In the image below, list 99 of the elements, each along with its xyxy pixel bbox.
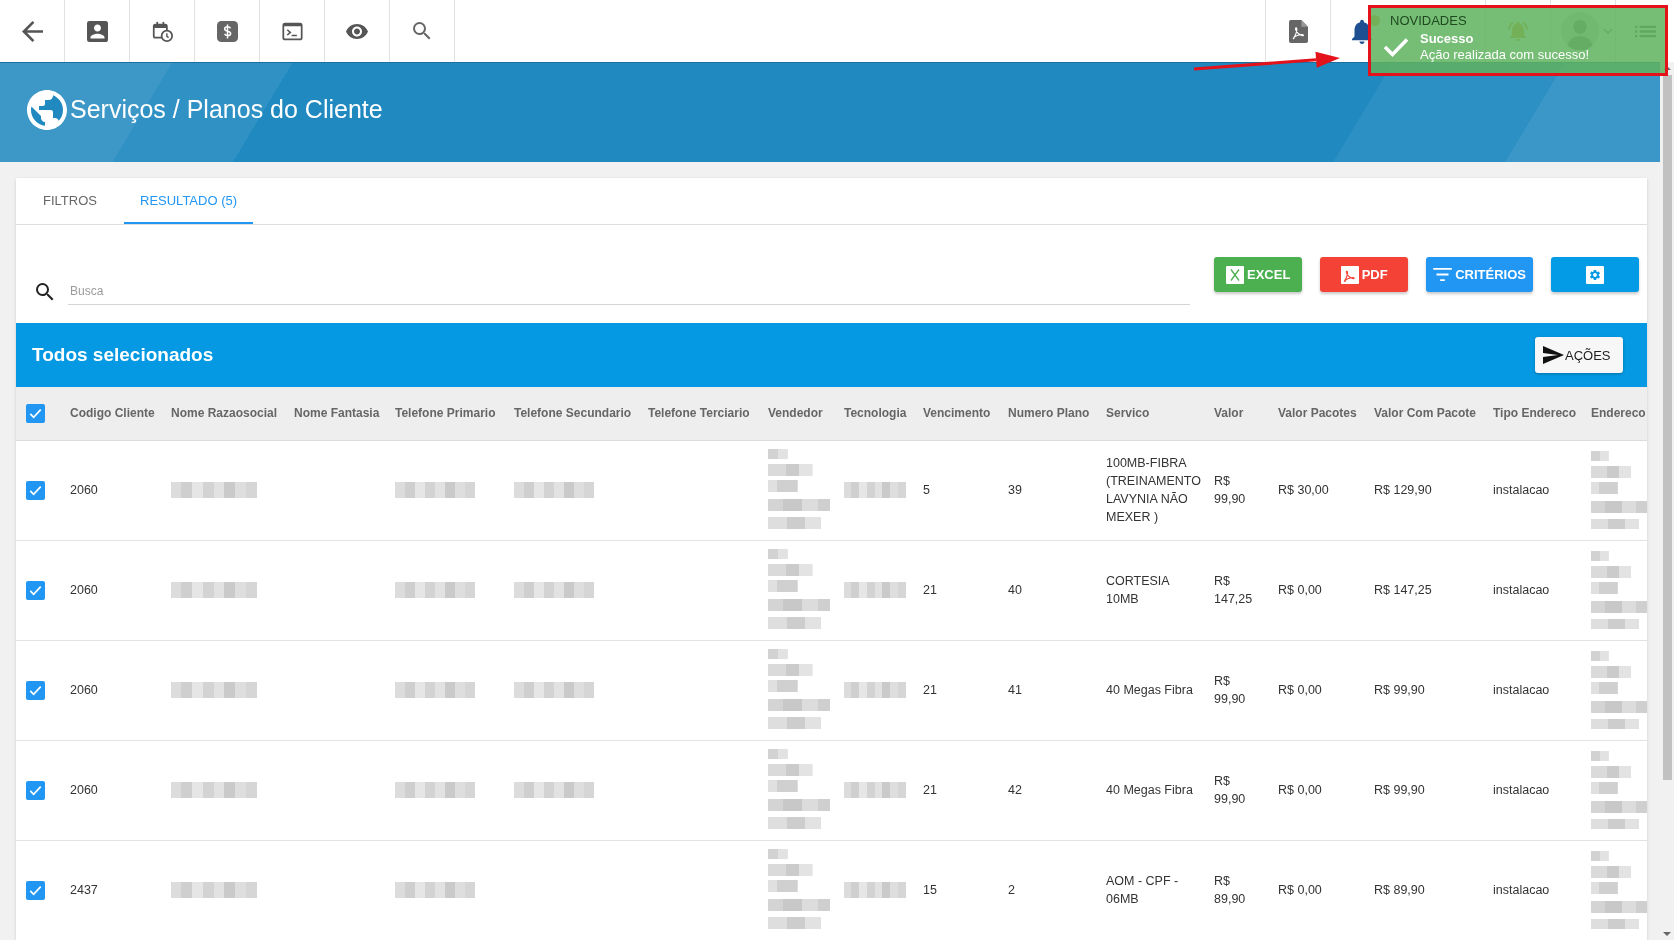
table-cell: 21 <box>923 583 937 597</box>
column-header: Valor Com Pacote <box>1374 406 1477 421</box>
table-cell: 40 Megas Fibra <box>1106 683 1193 697</box>
column-header: Servico <box>1106 406 1150 421</box>
table-cell: 39 <box>1008 483 1022 497</box>
row-checkbox[interactable] <box>26 680 45 700</box>
table-cell: instalacao <box>1493 683 1550 697</box>
redacted-blur <box>844 682 906 698</box>
dollar-icon[interactable] <box>216 20 238 42</box>
globe-icon <box>27 89 67 130</box>
excel-icon <box>1226 265 1245 284</box>
row-checkbox[interactable] <box>26 880 45 900</box>
column-header: Telefone Primario <box>395 406 496 421</box>
table-cell: R$ 147,25 <box>1374 583 1432 597</box>
table-cell: 21 <box>923 783 937 797</box>
table-cell: R$ 99,90 <box>1214 774 1246 806</box>
table-cell: 2060 <box>70 783 98 797</box>
table-cell: 2060 <box>70 483 98 497</box>
table-cell: instalacao <box>1493 783 1550 797</box>
table-cell: R$ 89,90 <box>1374 883 1425 897</box>
search-icon[interactable] <box>413 22 431 40</box>
table-cell: 15 <box>923 883 937 897</box>
actions-button[interactable]: AÇÕES <box>1535 337 1623 373</box>
table-cell: CORTESIA 10MB <box>1106 574 1169 606</box>
table-cell: 42 <box>1008 783 1022 797</box>
table-cell: 21 <box>923 683 937 697</box>
table-cell: R$ 147,25 <box>1214 574 1253 606</box>
table-cell: R$ 99,90 <box>1214 674 1246 706</box>
column-header: Valor Pacotes <box>1278 406 1357 421</box>
table-cell: 2 <box>1008 883 1015 897</box>
toast-message: Ação realizada com sucesso! <box>1420 46 1590 63</box>
back-arrow-icon[interactable] <box>21 20 43 42</box>
column-header: Nome Fantasia <box>294 406 380 421</box>
table-cell: R$ 99,90 <box>1214 474 1246 506</box>
table-cell: 40 Megas Fibra <box>1106 783 1193 797</box>
column-header: Tecnologia <box>844 406 907 421</box>
news-label[interactable]: NOVIDADES <box>1390 14 1467 27</box>
table-cell: instalacao <box>1493 483 1550 497</box>
table-cell: R$ 99,90 <box>1374 783 1425 797</box>
scroll-down-icon[interactable] <box>1663 932 1671 936</box>
table-cell: 2060 <box>70 583 98 597</box>
redacted-blur <box>844 482 906 498</box>
table-cell: 41 <box>1008 683 1022 697</box>
column-header: Vendedor <box>768 406 823 421</box>
row-checkbox[interactable] <box>26 580 45 600</box>
criteria-button[interactable]: CRITÉRIOS <box>1426 257 1533 292</box>
column-header: Nome Razaosocial <box>171 406 278 421</box>
settings-button[interactable] <box>1551 257 1639 292</box>
contact-card-icon[interactable] <box>86 20 108 42</box>
filter-icon <box>1433 268 1453 281</box>
redacted-blur <box>844 582 906 598</box>
send-icon <box>1543 346 1564 364</box>
terminal-icon[interactable] <box>281 20 303 42</box>
table-cell: R$ 0,00 <box>1278 683 1322 697</box>
column-header: Telefone Secundario <box>514 406 632 421</box>
select-all-checkbox[interactable] <box>26 403 45 423</box>
table-cell: R$ 129,90 <box>1374 483 1432 497</box>
table-cell: 5 <box>923 483 930 497</box>
scrollbar-thumb[interactable] <box>1662 75 1672 780</box>
table-cell: 40 <box>1008 583 1022 597</box>
table-cell: R$ 99,90 <box>1374 683 1425 697</box>
eye-icon[interactable] <box>346 23 368 39</box>
column-header: Vencimento <box>923 406 991 421</box>
tab[interactable]: FILTROS <box>16 178 124 224</box>
row-checkbox[interactable] <box>26 780 45 800</box>
table-cell: 100MB-FIBRA (TREINAMENTO LAVYNIA NÃO MEXER ) <box>1106 456 1201 524</box>
page-title: Serviços / Planos do Cliente <box>70 95 383 124</box>
table-cell: R$ 89,90 <box>1214 874 1246 906</box>
column-header: Numero Plano <box>1008 406 1090 421</box>
search-icon <box>36 282 54 301</box>
scrollbar[interactable] <box>1660 62 1674 940</box>
tab[interactable]: RESULTADO (5) <box>124 178 254 224</box>
table-cell: 2437 <box>70 883 98 897</box>
excel-button[interactable]: EXCEL <box>1214 257 1303 292</box>
redacted-blur <box>844 882 906 898</box>
column-header: Telefone Terciario <box>648 406 750 421</box>
table-cell: R$ 0,00 <box>1278 583 1322 597</box>
column-header: Endereco <box>1591 406 1646 421</box>
table-cell: R$ 30,00 <box>1278 483 1329 497</box>
table-cell: instalacao <box>1493 583 1550 597</box>
toast-title: Sucesso <box>1420 31 1475 46</box>
settings-icon <box>1586 265 1604 284</box>
search-field[interactable]: Busca <box>68 278 1191 305</box>
column-header: Valor <box>1214 406 1244 421</box>
table-cell: instalacao <box>1493 883 1550 897</box>
pdf-file-icon[interactable] <box>1288 19 1308 43</box>
selection-title: Todos selecionados <box>32 344 214 366</box>
column-header: Tipo Endereco <box>1493 406 1577 421</box>
redacted-blur <box>844 782 906 798</box>
table-cell: R$ 0,00 <box>1278 883 1322 897</box>
check-icon <box>1383 37 1409 57</box>
column-header: Codigo Cliente <box>70 406 155 421</box>
table-cell: R$ 0,00 <box>1278 783 1322 797</box>
row-checkbox[interactable] <box>26 480 45 500</box>
calendar-clock-icon[interactable] <box>151 20 173 42</box>
pdf-file-icon <box>1340 265 1359 284</box>
table-cell: AOM - CPF - 06MB <box>1106 874 1179 906</box>
pdf-button[interactable]: PDF <box>1320 257 1409 292</box>
table-cell: 2060 <box>70 683 98 697</box>
